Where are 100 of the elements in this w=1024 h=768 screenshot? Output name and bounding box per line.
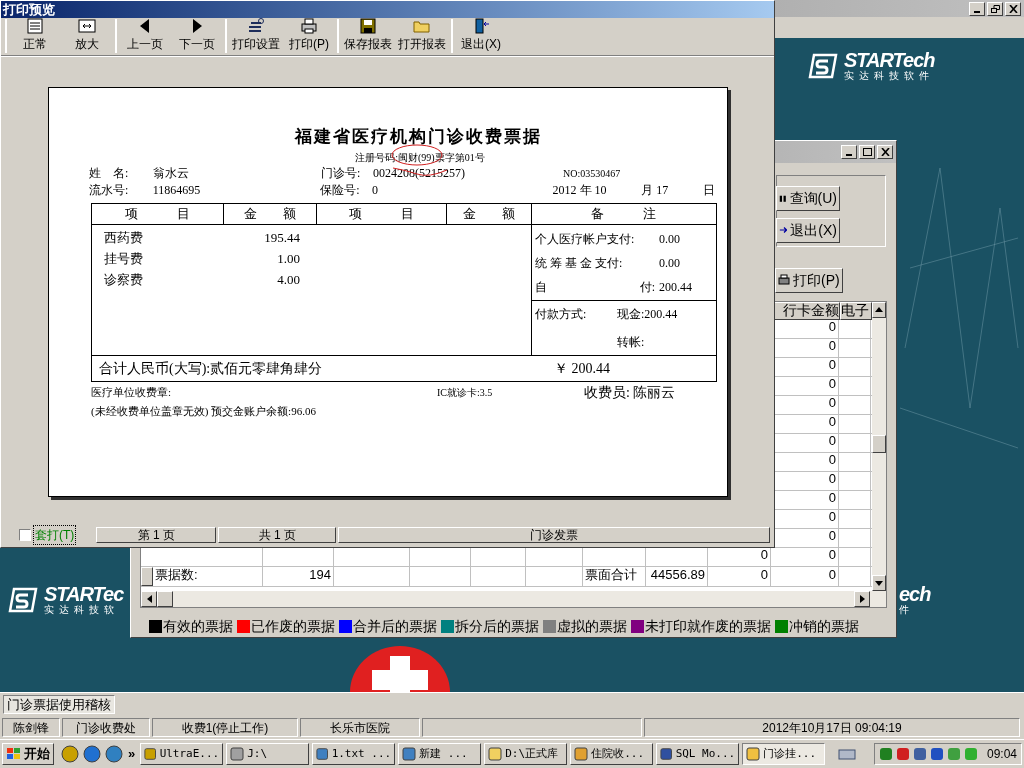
toolbar-button[interactable]: 查询(U)	[776, 185, 840, 211]
taskbar-button[interactable]: UltraE...	[140, 743, 224, 765]
remark-label: 统 筹 基 金 支付:	[535, 255, 623, 272]
table-cell-text: 0	[828, 470, 836, 489]
field-label: 保险号:	[320, 182, 361, 199]
app-icon	[402, 747, 417, 761]
quick-launch-icon[interactable]	[83, 745, 101, 763]
clock: 09:04	[986, 746, 1017, 763]
table-cell-text: 0	[760, 546, 768, 565]
legend-label: 未打印就作废的票据	[645, 617, 771, 636]
restore-button[interactable]	[987, 1, 1003, 16]
toolbar-button[interactable]: 正常	[11, 17, 59, 53]
table-cell-text: 0	[828, 318, 836, 337]
taskbar-button[interactable]: 住院收...	[570, 743, 654, 765]
taskbar-button[interactable]: J:\	[226, 743, 310, 765]
logo-wordmark: ech	[899, 584, 931, 604]
taskbar-button[interactable]: 1.txt ...	[312, 743, 396, 765]
receipt-number: NO:03530467	[563, 166, 621, 181]
legend-label: 冲销的票据	[789, 617, 859, 636]
toolbar-button[interactable]: 放大	[63, 17, 111, 53]
total-in-words: 合计人民币(大写):贰佰元零肆角肆分	[99, 359, 324, 378]
minimize-button[interactable]	[969, 1, 985, 16]
maximize-button[interactable]	[859, 144, 875, 159]
field-value: 0024208(5215257)	[373, 165, 466, 182]
toolbar-button[interactable]: 保存报表	[343, 17, 393, 53]
table-cell-text: 0	[828, 508, 836, 527]
stamp-label: 医疗单位收费章:	[91, 385, 173, 401]
remark-label: 自	[535, 279, 547, 297]
date-part: 月 17	[641, 182, 669, 199]
logo-subtitle: 实达科技软件	[844, 71, 935, 81]
table-cell-text: 44556.89	[650, 566, 705, 585]
close-button[interactable]	[877, 144, 893, 159]
toolbar-button[interactable]: 退出(X)	[457, 17, 505, 53]
item-name: 西药费	[104, 229, 144, 248]
scroll-thumb[interactable]	[157, 591, 173, 607]
date-part: 2012 年 10	[552, 182, 607, 199]
left-arrow-icon	[146, 595, 152, 603]
table-cell-text: 0	[828, 356, 836, 375]
start-button[interactable]: 开始	[2, 743, 54, 765]
item-amount: 4.00	[276, 271, 300, 290]
tray-icon[interactable]	[895, 747, 910, 761]
table-cell-text: 票面合计	[585, 566, 637, 585]
date-part: 日	[703, 182, 715, 199]
overprint-checkbox[interactable]	[19, 529, 31, 541]
registration-number: 注册号码:闽财(99)票字第01号	[354, 150, 486, 165]
down-arrow-icon	[875, 580, 883, 586]
logo-wordmark: STARTec	[44, 584, 124, 604]
horizontal-scrollbar[interactable]	[141, 591, 886, 607]
field-label: 姓 名:	[89, 165, 130, 182]
quick-launch-icon[interactable]	[61, 745, 79, 763]
logo-badge-icon	[8, 586, 38, 613]
table-cell-text: 0	[828, 337, 836, 356]
zoom-icon	[78, 17, 96, 35]
table-cell-text: 0	[828, 432, 836, 451]
legend-label: 拆分后的票据	[455, 617, 539, 636]
scroll-thumb[interactable]	[872, 434, 886, 453]
toolbar-button[interactable]: 打印设置	[231, 17, 281, 53]
toolbar-button[interactable]: 下一页	[173, 17, 221, 53]
taskbar-button[interactable]: 门诊挂...	[742, 743, 826, 765]
tray-icon[interactable]	[912, 747, 927, 761]
toolbar-button[interactable]: 打印(P)	[285, 17, 333, 53]
logo-wordmark: STARTech	[844, 50, 935, 70]
payment-method: 转帐:	[617, 333, 645, 351]
minimize-icon	[974, 10, 980, 13]
field-label: 流水号:	[89, 182, 130, 199]
item-name: 挂号费	[104, 250, 144, 269]
toolbar-button[interactable]: 退出(X)	[776, 217, 840, 243]
status-panel: 门诊收费处	[62, 718, 150, 737]
minimize-button[interactable]	[841, 144, 857, 159]
payment-label: 付款方式:	[535, 305, 588, 323]
logo-subtitle: 件	[899, 605, 915, 615]
more-chevron[interactable]: »	[128, 744, 136, 764]
legend-label: 合并后的票据	[353, 617, 437, 636]
print-button[interactable]: 打印(P)	[775, 267, 843, 293]
status-panel: 门诊发票	[338, 527, 771, 543]
column-header[interactable]: 电子	[840, 301, 872, 320]
app-icon	[660, 747, 673, 761]
printer-icon	[300, 17, 318, 35]
status-panel: 第 1 页	[96, 527, 217, 543]
toolbar-button[interactable]: 上一页	[121, 17, 169, 53]
maximize-icon	[862, 147, 872, 156]
tray-icon[interactable]	[929, 747, 944, 761]
taskbar-button[interactable]: D:\正式库	[484, 743, 568, 765]
taskbar-button[interactable]: 新建 ...	[398, 743, 482, 765]
vertical-scrollbar[interactable]	[872, 301, 886, 591]
table-cell-text: 0	[760, 566, 768, 585]
app-icon	[574, 747, 589, 761]
quick-launch-icon[interactable]	[105, 745, 123, 763]
column-heading: 金 额	[462, 204, 515, 223]
taskbar-button[interactable]: SQL Mo...	[656, 743, 740, 765]
toolbar-button[interactable]: 打开报表	[397, 17, 447, 53]
ic-card-info: IC就诊卡:3.5	[437, 386, 494, 400]
cashier-name: 收费员: 陈丽云	[584, 384, 676, 402]
table-cell-text: 0	[828, 413, 836, 432]
tab[interactable]: 门诊票据使用稽核	[3, 695, 115, 714]
tray-icon[interactable]	[878, 747, 893, 761]
up-arrow-icon	[875, 307, 883, 313]
payment-method: 现金:	[617, 305, 645, 323]
field-value: 0	[372, 182, 380, 199]
close-button[interactable]	[1005, 1, 1021, 16]
